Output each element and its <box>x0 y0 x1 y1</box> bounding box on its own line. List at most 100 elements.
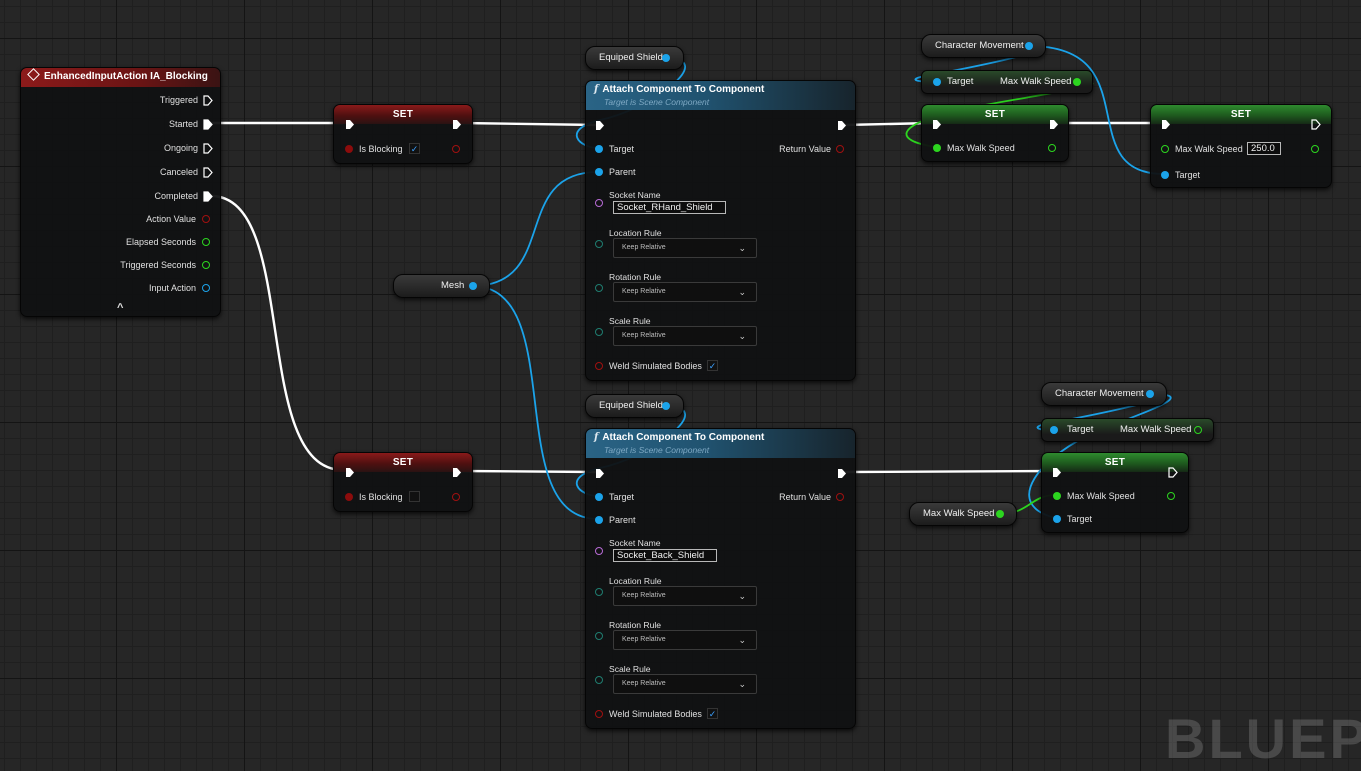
location-rule-dropdown[interactable]: Keep Relative ⌄ <box>613 238 757 258</box>
rotation-rule-dropdown[interactable]: Keep Relative ⌄ <box>613 630 757 650</box>
max-walk-speed-label: Max Walk Speed <box>1120 424 1192 435</box>
scale-rule-dropdown[interactable]: Keep Relative ⌄ <box>613 674 757 694</box>
exec-out-started-pin[interactable] <box>203 119 213 130</box>
socket-name-pin[interactable] <box>595 199 603 207</box>
collapse-toggle-icon[interactable]: ^ <box>117 302 123 314</box>
exec-in-pin[interactable] <box>1161 119 1171 130</box>
location-rule-pin[interactable] <box>595 240 603 248</box>
is-blocking-checkbox[interactable] <box>409 491 420 502</box>
equiped-shield-variable-node[interactable]: Equiped Shield <box>585 46 684 70</box>
set-max-walk-speed-node[interactable]: SET Max Walk Speed Target <box>1041 452 1189 533</box>
equiped-shield-variable-node[interactable]: Equiped Shield <box>585 394 684 418</box>
max-walk-speed-out-pin[interactable] <box>1194 426 1202 434</box>
location-rule-label: Location Rule <box>609 576 662 586</box>
weld-simulated-bodies-checkbox[interactable]: ✓ <box>707 360 718 371</box>
is-blocking-out-pin[interactable] <box>452 493 460 501</box>
exec-out-pin[interactable] <box>452 119 462 130</box>
max-walk-speed-in-pin[interactable] <box>933 144 941 152</box>
exec-out-pin[interactable] <box>837 120 847 131</box>
max-walk-speed-out-pin[interactable] <box>1311 145 1319 153</box>
exec-out-pin[interactable] <box>452 467 462 478</box>
location-rule-pin[interactable] <box>595 588 603 596</box>
socket-name-pin[interactable] <box>595 547 603 555</box>
exec-in-pin[interactable] <box>932 119 942 130</box>
action-value-pin[interactable] <box>202 215 210 223</box>
is-blocking-in-pin[interactable] <box>345 145 353 153</box>
scale-rule-pin[interactable] <box>595 328 603 336</box>
socket-name-input[interactable]: Socket_Back_Shield <box>613 549 717 562</box>
scale-rule-pin[interactable] <box>595 676 603 684</box>
equiped-shield-out-pin[interactable] <box>662 54 670 62</box>
set-max-walk-speed-node[interactable]: SET Max Walk Speed <box>921 104 1069 162</box>
exec-in-pin[interactable] <box>345 119 355 130</box>
character-movement-out-pin[interactable] <box>1146 390 1154 398</box>
exec-in-pin[interactable] <box>1052 467 1062 478</box>
set-node-header: SET <box>1151 105 1331 124</box>
attach-component-node[interactable]: f Attach Component To Component Target is… <box>585 428 856 729</box>
set-is-blocking-false-node[interactable]: SET Is Blocking <box>333 452 473 512</box>
exec-out-pin[interactable] <box>837 468 847 479</box>
weld-simulated-bodies-checkbox[interactable]: ✓ <box>707 708 718 719</box>
exec-out-completed-pin[interactable] <box>203 191 213 202</box>
max-walk-speed-in-pin[interactable] <box>1053 492 1061 500</box>
max-walk-speed-variable-out-pin[interactable] <box>996 510 1004 518</box>
max-walk-speed-input[interactable]: 250.0 <box>1247 142 1281 155</box>
exec-out-pin[interactable] <box>1168 467 1178 478</box>
socket-name-label: Socket Name <box>609 538 661 548</box>
event-node-ia-blocking[interactable]: EnhancedInputAction IA_Blocking Triggere… <box>20 67 221 317</box>
is-blocking-checkbox[interactable]: ✓ <box>409 143 420 154</box>
max-walk-speed-out-pin[interactable] <box>1073 78 1081 86</box>
set-node-header: SET <box>1042 453 1188 472</box>
target-in-pin[interactable] <box>1161 171 1169 179</box>
character-movement-variable-node[interactable]: Character Movement <box>1041 382 1167 406</box>
input-action-pin[interactable] <box>202 284 210 292</box>
equiped-shield-out-pin[interactable] <box>662 402 670 410</box>
return-value-pin[interactable] <box>836 145 844 153</box>
max-walk-speed-variable-node[interactable]: Max Walk Speed <box>909 502 1017 526</box>
character-movement-variable-node[interactable]: Character Movement <box>921 34 1046 58</box>
max-walk-speed-out-pin[interactable] <box>1048 144 1056 152</box>
target-in-pin[interactable] <box>1053 515 1061 523</box>
location-rule-dropdown[interactable]: Keep Relative ⌄ <box>613 586 757 606</box>
exec-out-pin[interactable] <box>1311 119 1321 130</box>
equiped-shield-label: Equiped Shield <box>599 52 663 63</box>
is-blocking-out-pin[interactable] <box>452 145 460 153</box>
exec-in-pin[interactable] <box>345 467 355 478</box>
scale-rule-dropdown[interactable]: Keep Relative ⌄ <box>613 326 757 346</box>
socket-name-input[interactable]: Socket_RHand_Shield <box>613 201 726 214</box>
rotation-rule-pin[interactable] <box>595 632 603 640</box>
mesh-out-pin[interactable] <box>469 282 477 290</box>
exec-out-canceled-pin[interactable] <box>203 167 213 178</box>
weld-simulated-bodies-pin[interactable] <box>595 710 603 718</box>
parent-pin[interactable] <box>595 516 603 524</box>
exec-out-pin[interactable] <box>1049 119 1059 130</box>
get-max-walk-speed-node[interactable]: Target Max Walk Speed <box>921 70 1093 94</box>
target-pin[interactable] <box>595 145 603 153</box>
pin-label-completed: Completed <box>154 191 198 201</box>
set-max-walk-speed-value-node[interactable]: SET Max Walk Speed 250.0 Target <box>1150 104 1332 188</box>
exec-out-ongoing-pin[interactable] <box>203 143 213 154</box>
weld-simulated-bodies-pin[interactable] <box>595 362 603 370</box>
target-pin[interactable] <box>595 493 603 501</box>
target-label: Target <box>609 492 635 502</box>
target-in-pin[interactable] <box>933 78 941 86</box>
rotation-rule-pin[interactable] <box>595 284 603 292</box>
is-blocking-in-pin[interactable] <box>345 493 353 501</box>
max-walk-speed-out-pin[interactable] <box>1167 492 1175 500</box>
character-movement-out-pin[interactable] <box>1025 42 1033 50</box>
elapsed-seconds-pin[interactable] <box>202 238 210 246</box>
exec-out-triggered-pin[interactable] <box>203 95 213 106</box>
mesh-variable-node[interactable]: Mesh <box>393 274 490 298</box>
event-node-header[interactable]: EnhancedInputAction IA_Blocking <box>21 68 220 87</box>
parent-pin[interactable] <box>595 168 603 176</box>
triggered-seconds-pin[interactable] <box>202 261 210 269</box>
exec-in-pin[interactable] <box>595 468 605 479</box>
return-value-pin[interactable] <box>836 493 844 501</box>
set-is-blocking-true-node[interactable]: SET Is Blocking ✓ <box>333 104 473 164</box>
max-walk-speed-in-pin[interactable] <box>1161 145 1169 153</box>
target-in-pin[interactable] <box>1050 426 1058 434</box>
rotation-rule-dropdown[interactable]: Keep Relative ⌄ <box>613 282 757 302</box>
attach-component-node[interactable]: f Attach Component To Component Target is… <box>585 80 856 381</box>
get-max-walk-speed-node[interactable]: Target Max Walk Speed <box>1041 418 1214 442</box>
exec-in-pin[interactable] <box>595 120 605 131</box>
